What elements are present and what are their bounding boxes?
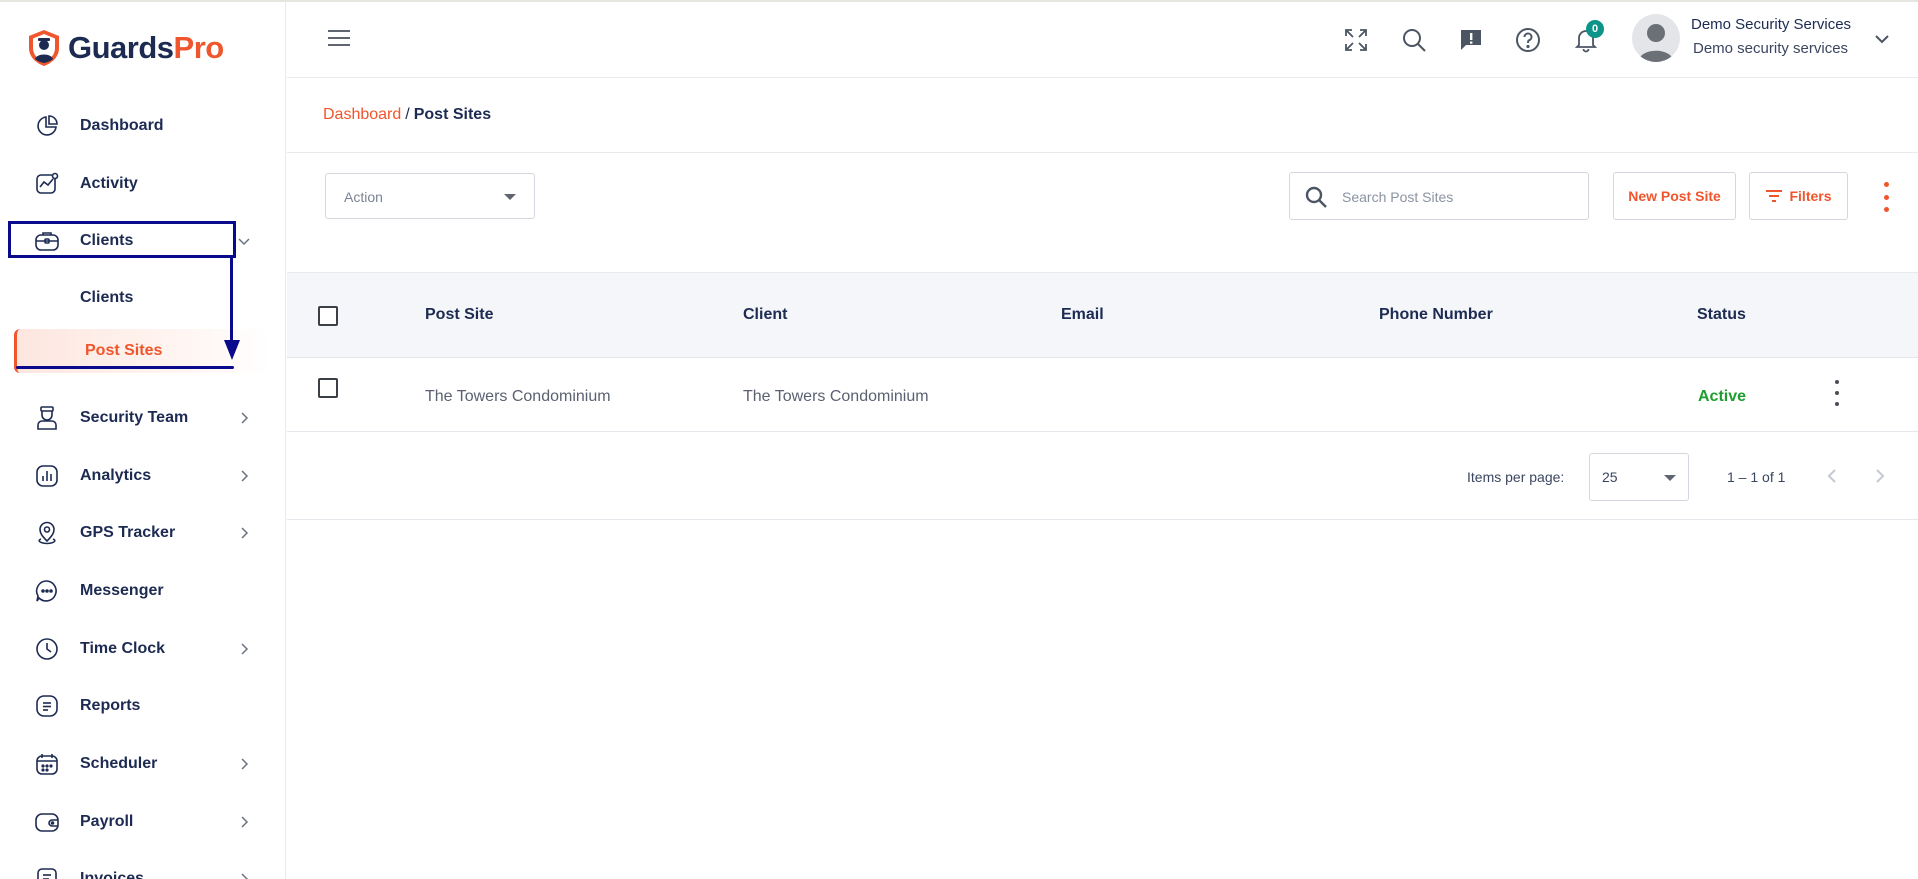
sidebar-item-label: Scheduler — [80, 755, 158, 772]
clock-icon — [34, 636, 60, 662]
filter-lines-icon — [1766, 190, 1783, 202]
chevron-right-icon — [241, 412, 249, 424]
wallet-icon — [34, 809, 60, 835]
pie-chart-icon — [34, 113, 60, 139]
cell-post-site[interactable]: The Towers Condominium — [425, 388, 611, 406]
sidebar-item-label: Security Team — [80, 409, 189, 426]
user-silhouette-icon — [1638, 24, 1674, 62]
notification-count-badge: 0 — [1586, 20, 1604, 38]
caret-down-icon — [1664, 475, 1676, 481]
row-checkbox[interactable] — [318, 378, 338, 398]
sidebar-item-label: Messenger — [80, 582, 164, 599]
select-all-checkbox[interactable] — [318, 306, 338, 326]
chevron-right-icon — [241, 527, 249, 539]
divider — [287, 152, 1918, 153]
chevron-right-icon — [241, 816, 249, 828]
guard-icon — [34, 405, 60, 431]
column-header-phone-number[interactable]: Phone Number — [1379, 306, 1493, 324]
avatar[interactable] — [1632, 14, 1680, 62]
sidebar-item-label: Analytics — [80, 467, 152, 484]
sidebar-item-label: GPS Tracker — [80, 524, 176, 541]
sidebar-item-activity[interactable]: Activity — [0, 162, 285, 206]
feedback-icon[interactable] — [1457, 26, 1485, 54]
table-header: Post Site Client Email Phone Number Stat… — [287, 272, 1918, 358]
chevron-right-icon — [241, 758, 249, 770]
help-icon[interactable] — [1514, 26, 1542, 54]
row-actions-icon[interactable] — [1831, 380, 1843, 406]
page-size-select[interactable]: 25 — [1589, 453, 1689, 501]
chevron-right-icon — [241, 873, 249, 879]
map-pin-icon — [34, 520, 60, 546]
annotation-highlight-box — [8, 221, 236, 258]
sidebar-item-label: Reports — [80, 697, 141, 714]
page-size-value: 25 — [1602, 469, 1618, 485]
document-icon — [34, 693, 60, 719]
hamburger-menu-icon[interactable] — [327, 28, 351, 48]
invoice-icon — [34, 866, 60, 879]
annotation-arrow-line — [230, 258, 233, 346]
page-range-label: 1 – 1 of 1 — [1727, 469, 1786, 485]
sidebar-subitem-clients[interactable]: Clients — [0, 278, 285, 318]
sidebar-item-label: Time Clock — [80, 640, 166, 657]
filters-button[interactable]: Filters — [1749, 172, 1848, 220]
next-page-icon[interactable] — [1870, 466, 1890, 486]
status-badge: Active — [1698, 388, 1747, 405]
annotation-arrow-head — [224, 340, 240, 360]
sidebar-item-payroll[interactable]: Payroll — [0, 800, 285, 844]
user-name[interactable]: Demo Security Services — [1691, 16, 1851, 33]
sidebar-item-analytics[interactable]: Analytics — [0, 454, 285, 498]
caret-down-icon — [504, 194, 516, 200]
sidebar-item-time-clock[interactable]: Time Clock — [0, 627, 285, 671]
sidebar-item-label: Invoices — [80, 870, 145, 879]
annotation-underline — [16, 366, 234, 369]
items-per-page-label: Items per page: — [1467, 469, 1565, 485]
search-icon — [1305, 186, 1327, 208]
paginator: Items per page: 25 1 – 1 of 1 — [287, 432, 1918, 520]
brand-name: GuardsPro — [68, 30, 224, 65]
analytics-icon — [34, 463, 60, 489]
sidebar-item-scheduler[interactable]: Scheduler — [0, 742, 285, 786]
column-header-status[interactable]: Status — [1697, 306, 1746, 324]
sidebar-item-messenger[interactable]: Messenger — [0, 569, 285, 613]
action-dropdown-placeholder: Action — [344, 189, 383, 205]
chat-bubble-icon — [34, 578, 60, 604]
app-logo[interactable]: GuardsPro — [26, 28, 224, 68]
column-header-client[interactable]: Client — [743, 306, 787, 324]
sidebar-item-label: Payroll — [80, 813, 134, 830]
sidebar-item-reports[interactable]: Reports — [0, 684, 285, 728]
shield-guard-logo-icon — [29, 30, 59, 66]
activity-chart-icon — [34, 171, 60, 197]
more-options-icon[interactable] — [1878, 182, 1894, 212]
sidebar-item-dashboard[interactable]: Dashboard — [0, 104, 285, 148]
breadcrumb: Dashboard / Post Sites — [323, 106, 491, 124]
chevron-right-icon — [241, 470, 249, 482]
column-header-post-site[interactable]: Post Site — [425, 306, 493, 324]
sidebar-item-invoices[interactable]: Invoices — [0, 857, 285, 879]
column-header-email[interactable]: Email — [1061, 306, 1104, 324]
search-input[interactable] — [1342, 185, 1578, 209]
previous-page-icon[interactable] — [1822, 466, 1842, 486]
chevron-down-icon[interactable] — [1873, 30, 1891, 48]
search-icon[interactable] — [1400, 26, 1428, 54]
calendar-icon — [34, 751, 60, 777]
sidebar: GuardsPro Dashboard Activity Clients Cli… — [0, 2, 286, 879]
filters-button-label: Filters — [1789, 188, 1832, 204]
user-company[interactable]: Demo security services — [1693, 40, 1848, 57]
breadcrumb-dashboard-link[interactable]: Dashboard — [323, 106, 401, 123]
chevron-right-icon — [241, 643, 249, 655]
search-post-sites-field — [1289, 172, 1589, 220]
sidebar-item-label: Activity — [80, 175, 138, 192]
sidebar-item-label: Dashboard — [80, 117, 164, 134]
table-row[interactable]: The Towers Condominium The Towers Condom… — [287, 358, 1918, 432]
breadcrumb-current: Post Sites — [413, 106, 492, 123]
new-post-site-button[interactable]: New Post Site — [1613, 172, 1736, 220]
breadcrumb-separator: / — [405, 106, 410, 123]
sidebar-item-gps-tracker[interactable]: GPS Tracker — [0, 511, 285, 555]
action-dropdown[interactable]: Action — [325, 173, 535, 219]
fullscreen-icon[interactable] — [1342, 26, 1370, 54]
cell-client: The Towers Condominium — [743, 388, 929, 405]
top-header: 0 Demo Security Services Demo security s… — [287, 2, 1918, 78]
chevron-down-icon — [238, 238, 250, 246]
sidebar-item-security-team[interactable]: Security Team — [0, 396, 285, 440]
